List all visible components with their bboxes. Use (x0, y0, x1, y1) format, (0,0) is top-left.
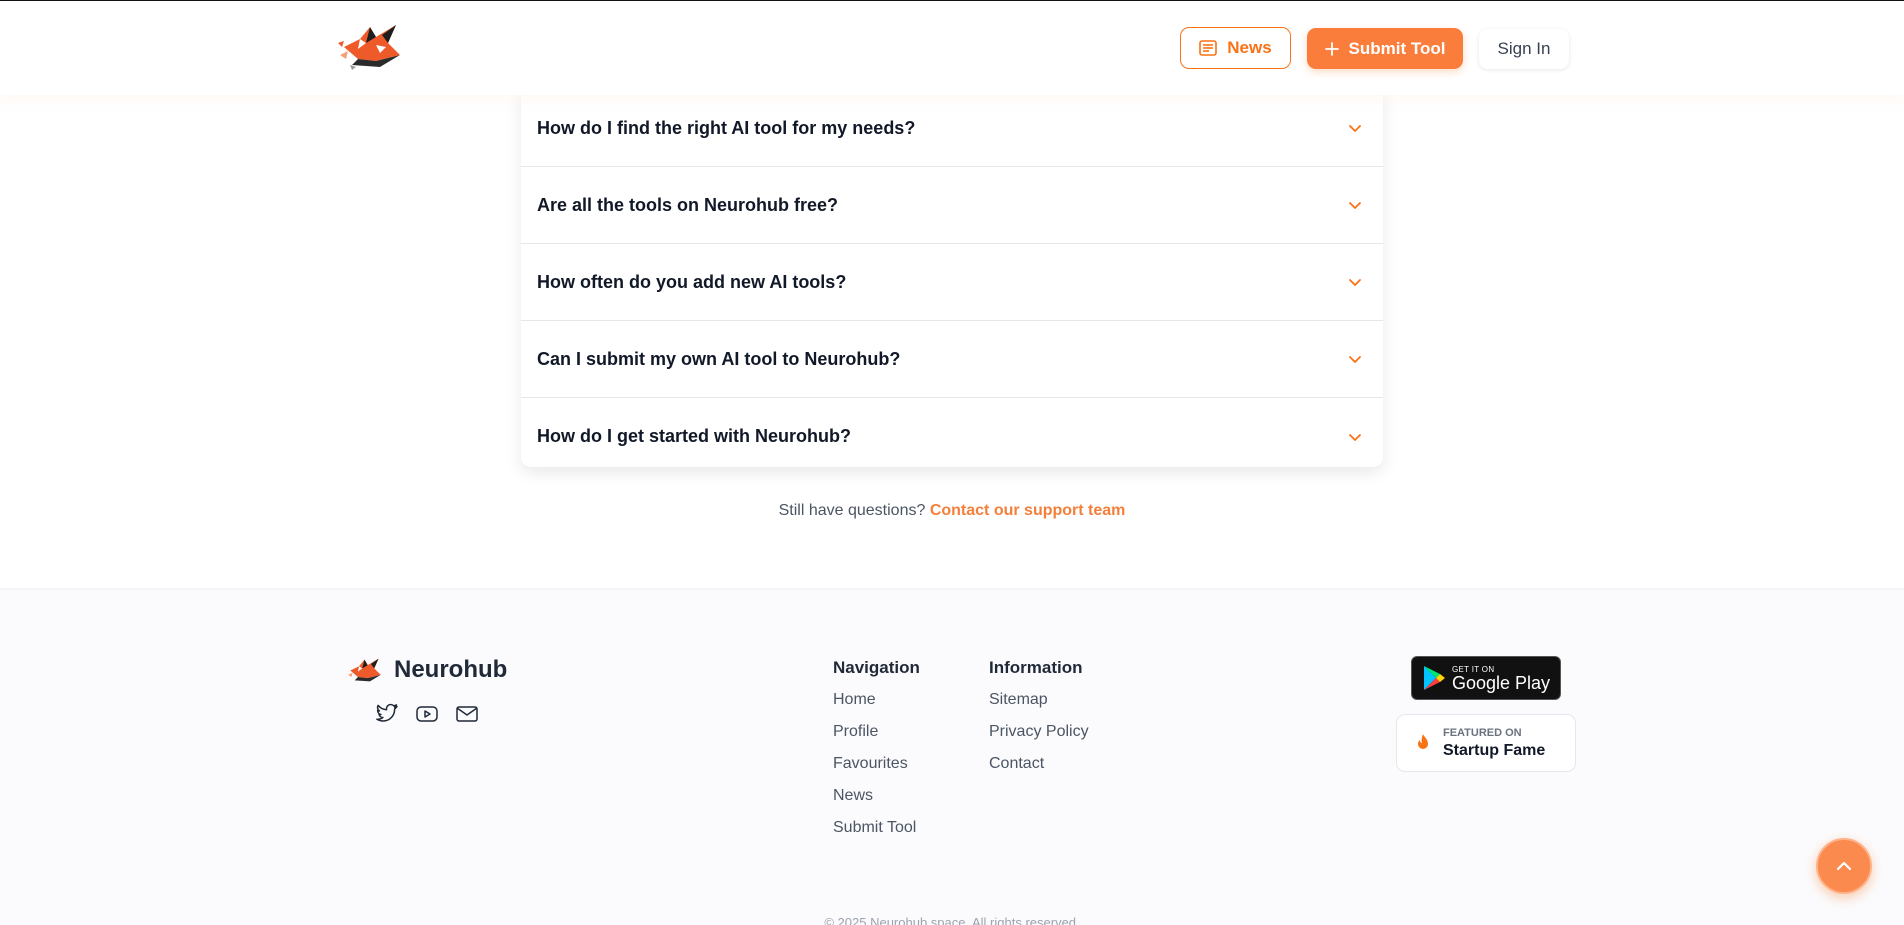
faq-question: Are all the tools on Neurohub free? (537, 194, 839, 215)
faq-accordion: How do I find the right AI tool for my n… (521, 90, 1383, 467)
faq-item[interactable]: Are all the tools on Neurohub free? (521, 167, 1383, 244)
footer-brand[interactable]: Neurohub (346, 656, 507, 684)
faq-item[interactable]: How do I find the right AI tool for my n… (521, 90, 1383, 167)
footer-link-contact[interactable]: Contact (989, 754, 1089, 786)
faq-question: How do I get started with Neurohub? (537, 426, 851, 446)
fox-logo-icon (348, 658, 381, 682)
startup-fame-small-text: FEATURED ON (1443, 726, 1522, 739)
youtube-icon[interactable] (415, 702, 439, 726)
chevron-down-icon (1349, 356, 1361, 363)
footer-navigation: Navigation Home Profile Favourites News … (833, 658, 920, 850)
startup-fame-badge[interactable]: FEATURED ON Startup Fame (1396, 714, 1576, 772)
sign-in-button[interactable]: Sign In (1479, 29, 1569, 69)
fox-logo-icon[interactable] (336, 21, 406, 71)
footer-link-submit-tool[interactable]: Submit Tool (833, 818, 920, 850)
social-links (375, 702, 479, 726)
copyright-text: © 2025 Neurohub.space. All rights reserv… (824, 915, 1080, 925)
faq-question: How do I find the right AI tool for my n… (537, 117, 916, 138)
faq-item[interactable]: Can I submit my own AI tool to Neurohub? (521, 321, 1383, 398)
sign-in-button-label: Sign In (1497, 39, 1551, 58)
startup-fame-big-text: Startup Fame (1443, 741, 1546, 759)
footer-link-profile[interactable]: Profile (833, 722, 920, 754)
chevron-down-icon (1349, 125, 1361, 132)
faq-item[interactable]: How do I get started with Neurohub? (521, 398, 1383, 475)
chevron-down-icon (1349, 433, 1361, 441)
faq-question: Can I submit my own AI tool to Neurohub? (537, 348, 901, 369)
footer-navigation-title: Navigation (833, 658, 920, 677)
google-play-big-text: Google Play (1452, 672, 1551, 693)
support-prompt-text: Still have questions? (778, 502, 926, 519)
google-play-icon (1424, 666, 1445, 690)
news-button[interactable]: News (1180, 27, 1291, 69)
contact-support-link[interactable]: Contact our support team (930, 502, 1126, 519)
newspaper-icon (1199, 40, 1218, 56)
footer-link-sitemap[interactable]: Sitemap (989, 690, 1089, 722)
faq-question: How often do you add new AI tools? (537, 271, 847, 292)
flame-icon (1418, 734, 1428, 749)
footer-link-news[interactable]: News (833, 786, 920, 818)
site-header: News Submit Tool Sign In (0, 1, 1904, 95)
footer-link-favourites[interactable]: Favourites (833, 754, 920, 786)
faq-item[interactable]: How often do you add new AI tools? (521, 244, 1383, 321)
chevron-up-icon (1836, 861, 1852, 871)
submit-tool-button-label: Submit Tool (1348, 38, 1446, 58)
twitter-icon[interactable] (375, 702, 399, 726)
site-footer: Neurohub Navigation Home Profile Favouri… (0, 588, 1904, 925)
footer-information-title: Information (989, 658, 1083, 677)
footer-link-home[interactable]: Home (833, 690, 920, 722)
mail-icon[interactable] (455, 702, 479, 726)
news-button-label: News (1227, 38, 1272, 57)
footer-brand-name: Neurohub (394, 656, 508, 683)
google-play-badge[interactable]: GET IT ON Google Play (1411, 656, 1561, 700)
support-prompt: Still have questions? Contact our suppor… (0, 502, 1904, 520)
footer-link-privacy-policy[interactable]: Privacy Policy (989, 722, 1089, 754)
plus-icon (1324, 41, 1339, 56)
footer-information: Information Sitemap Privacy Policy Conta… (989, 658, 1089, 786)
scroll-to-top-button[interactable] (1816, 838, 1872, 894)
submit-tool-button[interactable]: Submit Tool (1307, 28, 1463, 69)
chevron-down-icon (1349, 202, 1361, 209)
chevron-down-icon (1349, 279, 1361, 286)
